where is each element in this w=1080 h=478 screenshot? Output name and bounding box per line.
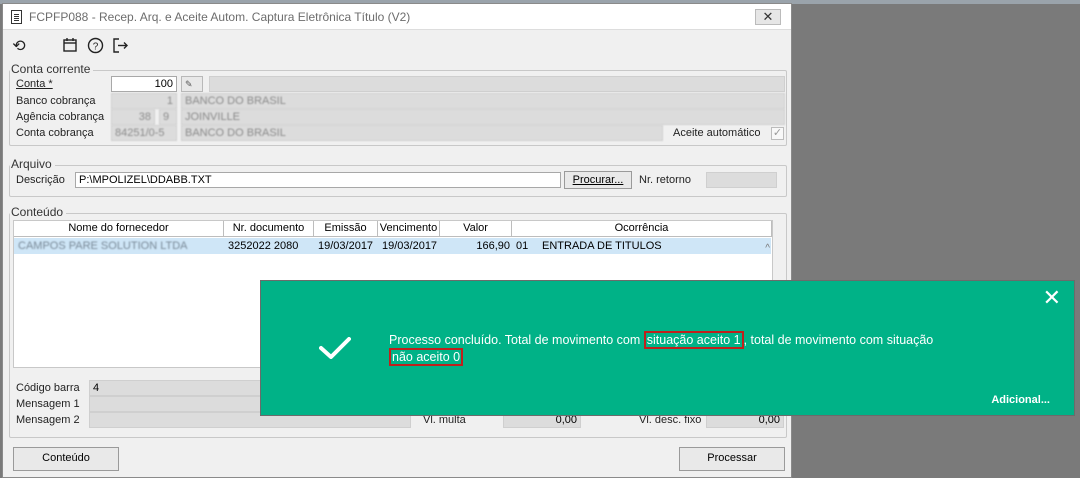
- aceite-automatico-label: Aceite automático: [673, 127, 761, 139]
- mensagem1-label: Mensagem 1: [16, 398, 80, 410]
- descricao-field[interactable]: P:\MPOLIZEL\DDABB.TXT: [75, 172, 561, 188]
- agencia-label: Agência cobrança: [16, 111, 105, 123]
- success-notification: ✕ Processo concluído. Total de movimento…: [260, 280, 1075, 416]
- checkmark-icon: [319, 337, 351, 359]
- svg-text:?: ?: [92, 42, 98, 53]
- close-icon[interactable]: ✕: [1043, 287, 1061, 309]
- conta-label: Conta *: [16, 78, 53, 90]
- cell-fornecedor: CAMPOS PARE SOLUTION LTDA: [18, 240, 188, 252]
- conta-cobranca-name-field: BANCO DO BRASIL: [181, 125, 663, 141]
- conta-cobranca-field: 84251/0-5: [111, 125, 177, 141]
- cell-vencimento: 19/03/2017: [382, 240, 438, 252]
- banco-label: Banco cobrança: [16, 95, 96, 107]
- message-text: Processo concluído. Total de movimento c…: [389, 333, 644, 347]
- agencia-name-field: JOINVILLE: [181, 109, 785, 125]
- codigo-barra-field: 4: [89, 380, 265, 396]
- aceite-automatico-checkbox[interactable]: ✓: [771, 127, 784, 140]
- column-header[interactable]: Vencimento: [378, 221, 440, 237]
- cell-documento: 3252022 2080: [228, 240, 299, 252]
- table-row[interactable]: CAMPOS PARE SOLUTION LTDA 3252022 2080 1…: [14, 238, 771, 254]
- codigo-barra-label: Código barra: [16, 382, 80, 394]
- mensagem2-label: Mensagem 2: [16, 414, 80, 426]
- column-header[interactable]: Nome do fornecedor: [14, 221, 224, 237]
- processar-button[interactable]: Processar: [679, 447, 785, 471]
- highlight-nao-aceito: não aceito 0: [389, 348, 464, 366]
- agencia-dv-field: 9: [159, 109, 177, 125]
- conta-field[interactable]: 100: [111, 76, 177, 92]
- cell-emissao: 19/03/2017: [318, 240, 374, 252]
- group-title: Arquivo: [10, 157, 55, 171]
- column-header[interactable]: Ocorrência: [512, 221, 772, 237]
- column-header[interactable]: Valor: [440, 221, 512, 237]
- help-icon[interactable]: ?: [85, 37, 105, 57]
- banco-code-field: 1: [111, 93, 177, 109]
- refresh-icon[interactable]: ⟲: [9, 37, 29, 57]
- scroll-up-arrow-icon[interactable]: ^: [765, 243, 770, 254]
- message-text: , total de movimento com situação: [743, 333, 934, 347]
- mensagem1-field: [89, 396, 265, 412]
- agencia-code-field: 38: [111, 109, 155, 125]
- highlight-aceito: situação aceito 1: [643, 331, 744, 349]
- group-title: Conta corrente: [10, 62, 94, 76]
- window-close-button[interactable]: ✕: [755, 9, 781, 25]
- conta-lookup-button[interactable]: ✎: [181, 76, 203, 92]
- document-icon: [11, 10, 22, 24]
- window-title: FCPFP088 - Recep. Arq. e Aceite Autom. C…: [29, 10, 411, 24]
- banco-name-field: BANCO DO BRASIL: [181, 93, 785, 109]
- conta-description-field: [209, 76, 785, 92]
- calendar-icon[interactable]: [60, 37, 80, 57]
- nr-retorno-label: Nr. retorno: [639, 174, 691, 186]
- conta-cobranca-label: Conta cobrança: [16, 127, 94, 139]
- procurar-label: Procurar...: [572, 174, 624, 186]
- adicional-link[interactable]: Adicional...: [991, 394, 1050, 406]
- descricao-label: Descrição: [16, 174, 65, 186]
- column-header[interactable]: Nr. documento: [224, 221, 314, 237]
- title-bar: FCPFP088 - Recep. Arq. e Aceite Autom. C…: [3, 4, 791, 30]
- procurar-button[interactable]: Procurar...: [564, 171, 632, 189]
- cell-valor: 166,90: [476, 240, 510, 252]
- cell-ocorrencia-code: 01: [516, 240, 529, 252]
- cell-ocorrencia: ENTRADA DE TITULOS: [542, 240, 662, 252]
- search-icon: ✎: [185, 79, 193, 89]
- group-title: Conteúdo: [10, 205, 67, 219]
- exit-icon[interactable]: [110, 37, 130, 57]
- column-header[interactable]: Emissão: [314, 221, 378, 237]
- nr-retorno-field: [706, 172, 777, 188]
- conteudo-button[interactable]: Conteúdo: [13, 447, 119, 471]
- notification-message: Processo concluído. Total de movimento c…: [389, 331, 999, 366]
